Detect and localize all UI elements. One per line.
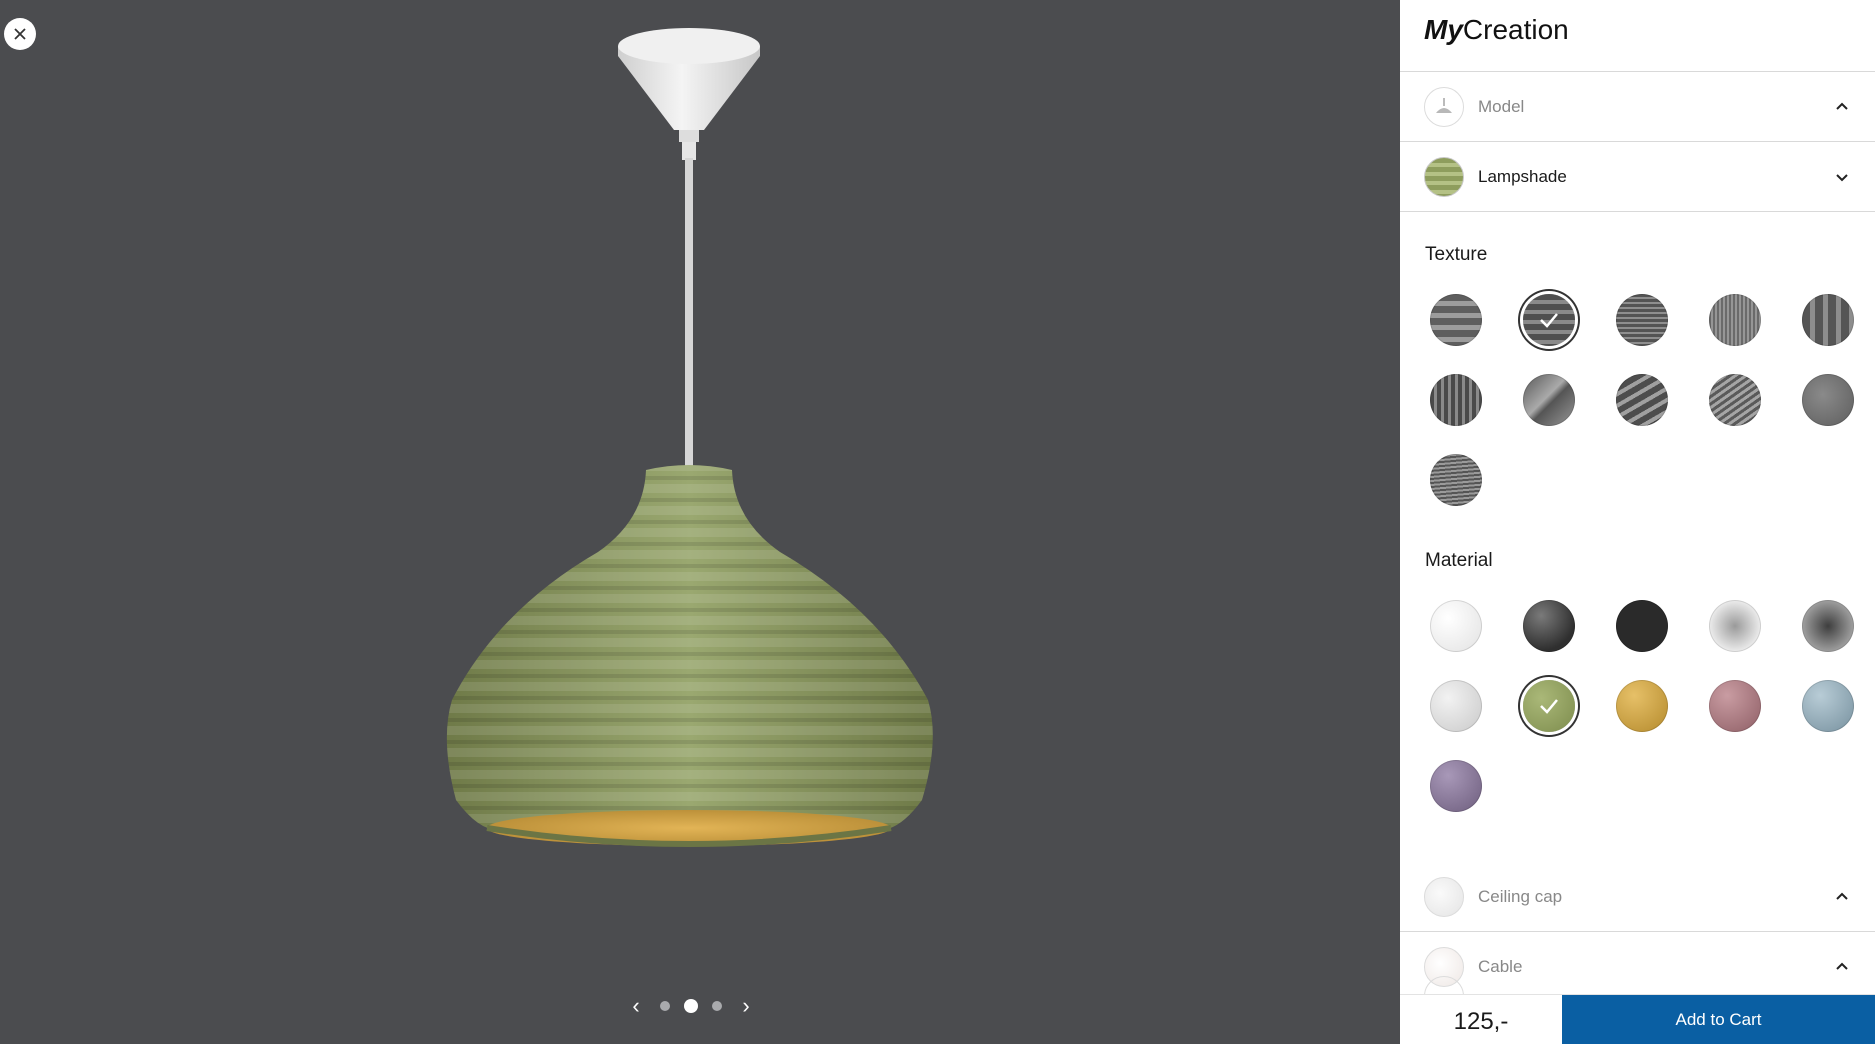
texture-swatch-7[interactable] bbox=[1523, 374, 1575, 426]
texture-swatch-1[interactable] bbox=[1430, 294, 1482, 346]
product-viewer[interactable]: ‹ › bbox=[0, 0, 1400, 1044]
carousel-dot-1[interactable] bbox=[660, 1001, 670, 1011]
material-swatch-4[interactable] bbox=[1709, 600, 1761, 652]
texture-swatch-6[interactable] bbox=[1430, 374, 1482, 426]
image-carousel: ‹ › bbox=[626, 994, 756, 1018]
carousel-dot-3[interactable] bbox=[712, 1001, 722, 1011]
lampshade-thumbnail bbox=[1424, 156, 1464, 197]
material-swatch-7[interactable] bbox=[1523, 680, 1575, 732]
texture-swatch-2[interactable] bbox=[1523, 294, 1575, 346]
purchase-bar: 125,- Add to Cart bbox=[1400, 994, 1875, 1044]
brand-logo: MyCreation bbox=[1400, 0, 1875, 72]
material-swatch-5[interactable] bbox=[1802, 600, 1854, 652]
material-swatch-3[interactable] bbox=[1616, 600, 1668, 652]
checkmark-icon bbox=[1540, 699, 1558, 714]
close-button[interactable] bbox=[4, 18, 36, 50]
texture-swatch-3[interactable] bbox=[1616, 294, 1668, 346]
material-title: Material bbox=[1425, 550, 1493, 571]
accordion-lampshade-label: Lampshade bbox=[1478, 166, 1567, 186]
material-swatches bbox=[1400, 600, 1875, 812]
configurator-panel: MyCreation Model Lampshade Texture Mater… bbox=[1400, 0, 1875, 1044]
accordion-ceiling-cap-label: Ceiling cap bbox=[1478, 886, 1563, 906]
close-icon bbox=[14, 28, 26, 40]
chevron-left-icon[interactable]: ‹ bbox=[626, 994, 646, 1018]
texture-swatch-9[interactable] bbox=[1709, 374, 1761, 426]
accordion-model[interactable]: Model bbox=[1400, 72, 1875, 142]
accordion-lampshade[interactable]: Lampshade bbox=[1400, 142, 1875, 212]
chevron-down-icon[interactable] bbox=[1833, 168, 1851, 186]
chevron-up-icon[interactable] bbox=[1833, 888, 1851, 906]
chevron-up-icon[interactable] bbox=[1833, 98, 1851, 116]
ceiling-cap-thumbnail bbox=[1424, 876, 1464, 917]
texture-swatch-8[interactable] bbox=[1616, 374, 1668, 426]
texture-swatches bbox=[1400, 294, 1875, 506]
accordion-ceiling-cap[interactable]: Ceiling cap bbox=[1400, 862, 1875, 932]
carousel-dot-2[interactable] bbox=[684, 999, 698, 1013]
texture-swatch-11[interactable] bbox=[1430, 454, 1482, 506]
chevron-right-icon[interactable]: › bbox=[736, 994, 756, 1018]
model-thumbnail bbox=[1424, 86, 1464, 127]
accordion-model-label: Model bbox=[1478, 96, 1525, 116]
texture-swatch-4[interactable] bbox=[1709, 294, 1761, 346]
material-swatch-8[interactable] bbox=[1616, 680, 1668, 732]
add-to-cart-button[interactable]: Add to Cart bbox=[1562, 995, 1875, 1044]
checkmark-icon bbox=[1540, 313, 1558, 328]
lamp-render[interactable] bbox=[0, 0, 1400, 1044]
material-swatch-1[interactable] bbox=[1430, 600, 1482, 652]
texture-title: Texture bbox=[1425, 244, 1488, 265]
material-swatch-9[interactable] bbox=[1709, 680, 1761, 732]
texture-swatch-10[interactable] bbox=[1802, 374, 1854, 426]
price-label: 125,- bbox=[1453, 1007, 1509, 1035]
material-swatch-6[interactable] bbox=[1430, 680, 1482, 732]
material-swatch-11[interactable] bbox=[1430, 760, 1482, 812]
texture-swatch-5[interactable] bbox=[1802, 294, 1854, 346]
material-swatch-10[interactable] bbox=[1802, 680, 1854, 732]
material-swatch-2[interactable] bbox=[1523, 600, 1575, 652]
accordion-next-peek bbox=[1400, 968, 1875, 994]
